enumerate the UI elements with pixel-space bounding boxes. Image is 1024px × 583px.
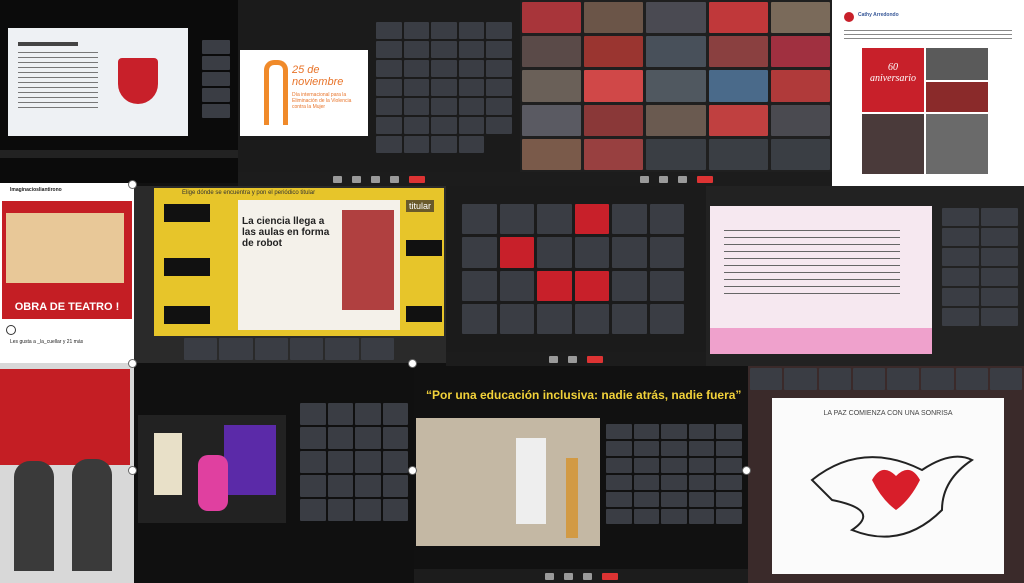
slide bbox=[8, 28, 188, 136]
tile-peace-dove: LA PAZ COMIENZA CON UNA SONRISA bbox=[748, 366, 1024, 583]
selection-handle[interactable] bbox=[128, 359, 137, 368]
newspaper-headline: La ciencia llega a las aulas en forma de… bbox=[242, 216, 330, 249]
anniversary-title: 60 aniversario bbox=[869, 62, 917, 84]
instruction-text: Elige dónde se encuentra y pon el periód… bbox=[182, 190, 316, 196]
selection-handle[interactable] bbox=[128, 180, 137, 189]
newspaper: La ciencia llega a las aulas en forma de… bbox=[238, 200, 400, 330]
theater-stage: OBRA DE TEATRO ! bbox=[2, 201, 132, 319]
giraffe-toy bbox=[566, 458, 578, 538]
tile-zoom-grid-christmas bbox=[520, 0, 832, 186]
shield-icon bbox=[118, 58, 158, 104]
tile-castle-zoom bbox=[134, 363, 414, 583]
selection-handle[interactable] bbox=[408, 466, 417, 475]
zoom-toolbar[interactable] bbox=[414, 569, 748, 583]
subtitle-text: Día internacional para la Eliminación de… bbox=[292, 92, 352, 110]
castle-icon bbox=[224, 425, 276, 495]
tile-newspaper-lesson: Elige dónde se encuentra y pon el periód… bbox=[134, 186, 446, 363]
tile-laptop-presentation bbox=[0, 0, 238, 183]
likes-text: Les gusta a _la_cuellar y 21 más bbox=[10, 339, 84, 345]
zoom-toolbar[interactable] bbox=[520, 172, 832, 186]
anniversary-image: 60 aniversario bbox=[862, 48, 924, 112]
instagram-account[interactable]: Imaginaciosliantirono bbox=[10, 187, 62, 193]
monster-icon bbox=[198, 455, 228, 511]
zoom-toolbar[interactable] bbox=[238, 172, 520, 186]
peace-caption: LA PAZ COMIENZA CON UNA SONRISA bbox=[823, 410, 953, 417]
photo bbox=[926, 48, 988, 80]
tile-25-noviembre: 25 de noviembre Día internacional para l… bbox=[238, 0, 520, 186]
post-author[interactable]: Cathy Arredondo bbox=[858, 12, 899, 18]
stage-title: OBRA DE TEATRO ! bbox=[14, 301, 120, 313]
teacher bbox=[14, 461, 54, 571]
teacher bbox=[72, 459, 112, 571]
zoom-toolbar[interactable] bbox=[446, 352, 706, 366]
tile-teachers-christmas bbox=[0, 363, 134, 583]
photo bbox=[862, 114, 924, 174]
dove-icon bbox=[810, 455, 974, 538]
titular-label: titular bbox=[406, 200, 435, 212]
tile-english-lesson bbox=[706, 186, 1024, 366]
date-text: 25 de noviembre bbox=[292, 64, 344, 88]
tile-zoom-grid-crosses bbox=[446, 186, 706, 366]
peace-poster: LA PAZ COMIENZA CON UNA SONRISA bbox=[772, 398, 1004, 574]
selection-handle[interactable] bbox=[742, 466, 751, 475]
avatar bbox=[844, 12, 854, 22]
slide-25-noviembre: 25 de noviembre Día internacional para l… bbox=[240, 50, 368, 136]
selection-handle[interactable] bbox=[128, 466, 137, 475]
photo bbox=[926, 114, 988, 174]
selection-handle[interactable] bbox=[408, 359, 417, 368]
photo bbox=[926, 82, 988, 112]
tile-facebook-post: Cathy Arredondo 60 aniversario bbox=[832, 0, 1024, 186]
tile-educacion-inclusiva: “Por una educación inclusiva: nadie atrá… bbox=[414, 366, 748, 583]
heart-icon[interactable] bbox=[6, 325, 16, 335]
inclusion-banner: “Por una educación inclusiva: nadie atrá… bbox=[426, 388, 742, 402]
ribbon-icon bbox=[264, 60, 288, 125]
tile-instagram-theater: Imaginaciosliantirono OBRA DE TEATRO ! L… bbox=[0, 183, 134, 363]
castle-icon bbox=[154, 433, 182, 495]
